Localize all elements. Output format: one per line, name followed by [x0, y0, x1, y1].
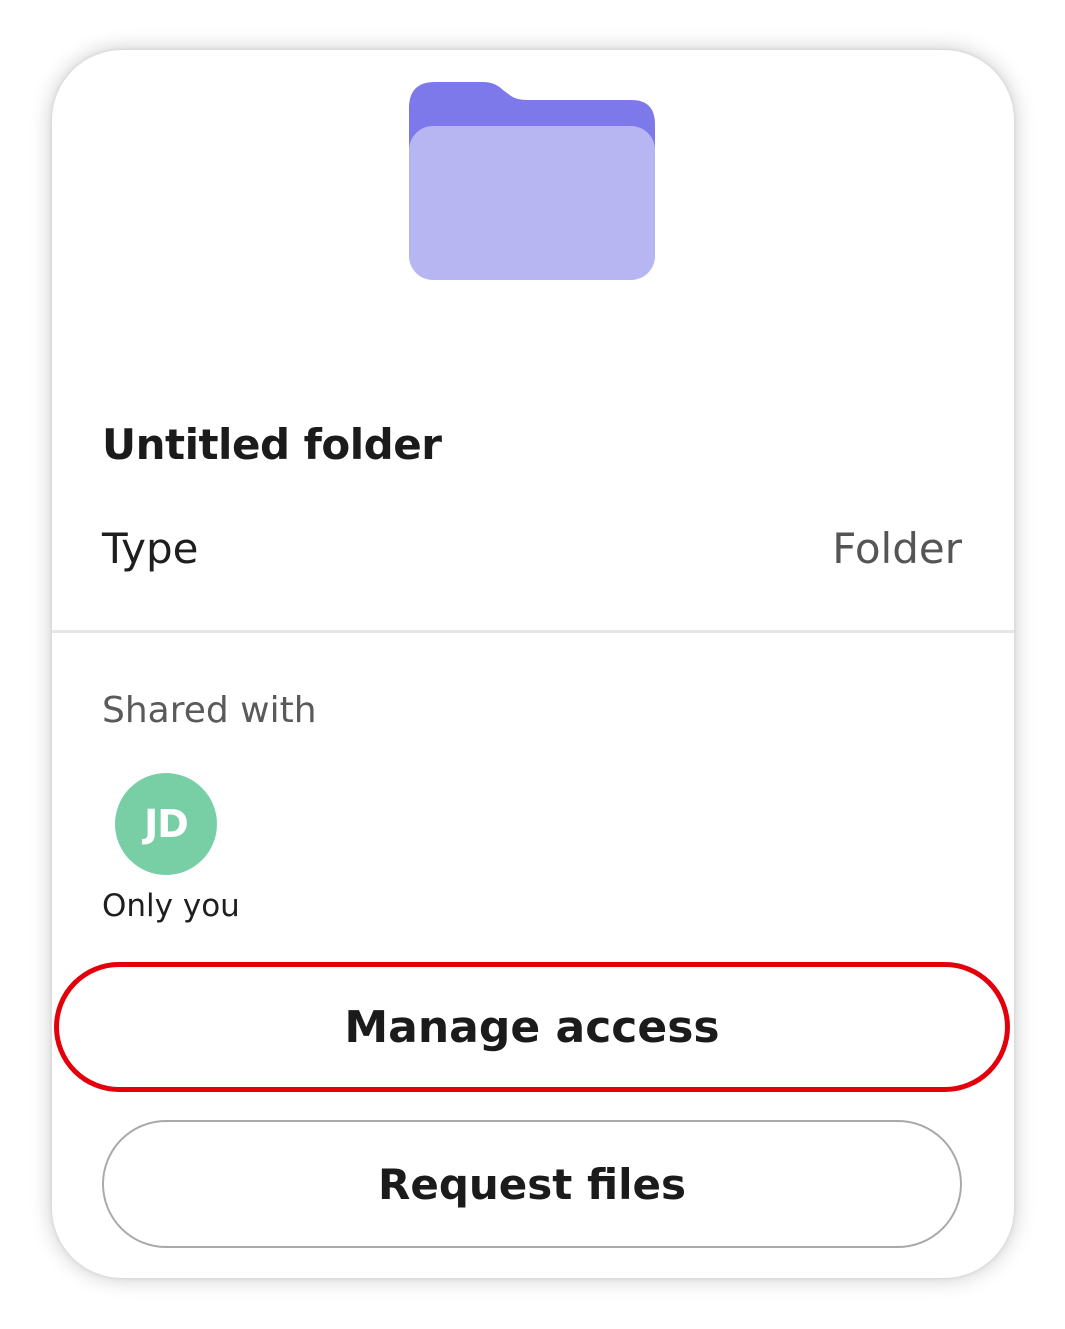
folder-info-card: Untitled folder Type Folder Shared with …: [52, 50, 1014, 1278]
shared-with-label: Shared with: [102, 690, 317, 731]
section-divider: [52, 630, 1014, 633]
request-files-button[interactable]: Request files: [102, 1120, 962, 1248]
type-label: Type: [102, 524, 199, 573]
manage-access-button[interactable]: Manage access: [54, 962, 1010, 1092]
avatar-caption: Only you: [102, 888, 240, 924]
folder-icon: [409, 82, 655, 280]
type-value: Folder: [832, 524, 962, 573]
folder-title: Untitled folder: [102, 420, 442, 469]
avatar[interactable]: JD: [115, 773, 217, 875]
